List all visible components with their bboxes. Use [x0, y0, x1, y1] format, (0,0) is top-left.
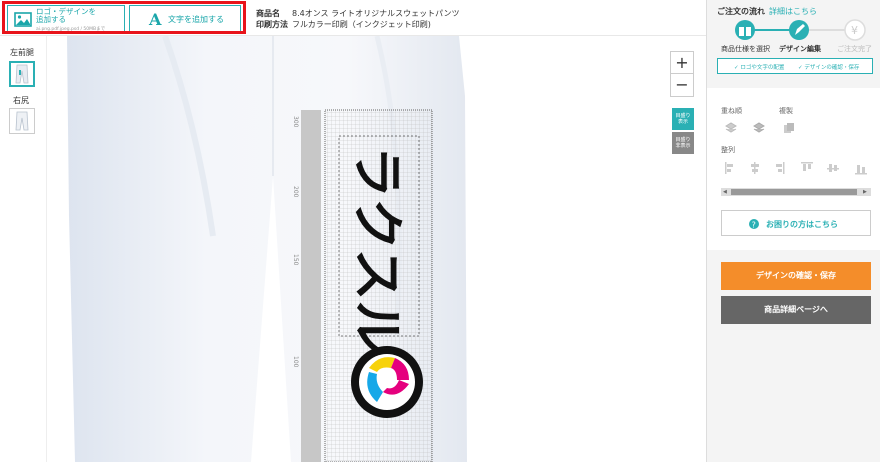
- yen-icon: ¥: [844, 19, 866, 41]
- step-order-complete: ご注文完了: [837, 45, 872, 53]
- top-toolbar: ロゴ・デザインを 追加する ai.png.pdf.jpeg.psd / 50MBま…: [0, 0, 706, 36]
- view-thumb-right-hip[interactable]: [9, 108, 35, 134]
- send-back-icon[interactable]: [753, 122, 765, 134]
- view-label-right-hip: 右尻: [13, 96, 29, 105]
- plus-icon: +: [675, 53, 689, 72]
- vertical-ruler: [301, 110, 321, 462]
- minus-icon: −: [675, 75, 689, 94]
- gift-icon: [735, 20, 755, 40]
- view-thumb-left-thigh[interactable]: [9, 61, 35, 87]
- pencil-icon: [789, 20, 809, 40]
- product-page-button[interactable]: 商品詳細ページへ: [721, 296, 871, 324]
- align-bottom-icon[interactable]: [855, 165, 867, 175]
- design-text-glyphs: ラクスル: [346, 146, 406, 352]
- zoom-in-button[interactable]: +: [670, 51, 694, 75]
- ruler-tick-label: 100: [292, 356, 299, 368]
- right-panel: ご注文の流れ 詳細はこちら ¥ 商品仕様を選択 デザイン編集 ご注文完了 ✓ ロ…: [706, 0, 880, 462]
- scroll-right-arrow[interactable]: ▶: [863, 189, 867, 195]
- help-label: お困りの方はこちら: [766, 220, 838, 229]
- ruler-tick-label: 300: [292, 116, 299, 128]
- copy-label: 複製: [779, 107, 793, 115]
- scroll-left-arrow[interactable]: ◀: [723, 189, 727, 195]
- pants-icon: [15, 64, 29, 84]
- flow-title: ご注文の流れ: [717, 7, 765, 16]
- garment-preview: ラクスル: [67, 36, 467, 462]
- print-method-value: フルカラー印刷（インクジェット印刷): [292, 20, 431, 29]
- pants-icon: [15, 111, 29, 131]
- question-circle-icon: ?: [749, 219, 759, 229]
- help-button[interactable]: ? お困りの方はこちら: [721, 210, 871, 236]
- confirm-save-button[interactable]: デザインの確認・保存: [721, 262, 871, 290]
- align-buttons: [725, 162, 867, 175]
- align-center-icon[interactable]: [751, 162, 759, 174]
- step-select-spec: 商品仕様を選択: [721, 45, 770, 53]
- svg-text:¥: ¥: [851, 24, 858, 37]
- align-right-icon[interactable]: [776, 162, 785, 174]
- duplicate-icon[interactable]: [783, 122, 795, 134]
- view-selector: 左前腿 右尻: [0, 36, 46, 462]
- design-logo[interactable]: [351, 346, 423, 418]
- flow-details-link[interactable]: 詳細はこちら: [769, 6, 817, 17]
- step-design-edit: デザイン編集: [779, 45, 821, 53]
- check-design-save: ✓ デザインの確認・保存: [798, 65, 860, 71]
- align-left-icon[interactable]: [725, 162, 733, 174]
- ruler-tick-label: 150: [292, 254, 299, 266]
- align-top-icon[interactable]: [801, 162, 813, 171]
- product-name-label: 商品名: [256, 9, 280, 18]
- print-method-label: 印刷方法: [256, 20, 288, 29]
- guide-hide-button[interactable]: 目盛り 非表示: [672, 132, 694, 154]
- align-label: 整列: [721, 146, 735, 154]
- align-middle-icon[interactable]: [827, 164, 839, 172]
- bring-front-icon[interactable]: [725, 122, 737, 134]
- checklist-box: ✓ ロゴや文字の配置 ✓ デザインの確認・保存: [717, 58, 873, 74]
- design-canvas[interactable]: ラクスル 300 200 150 100 + − 目盛り 表示 目盛り 非表示: [46, 36, 706, 462]
- tools-section: 重ね順 複製 整列 ◀ ▶ ? お困りの方はこちら: [707, 88, 880, 250]
- guide-show-button[interactable]: 目盛り 表示: [672, 108, 694, 130]
- highlight-frame: [2, 1, 246, 34]
- horizontal-scrollbar[interactable]: ◀ ▶: [721, 188, 871, 196]
- view-label-left-thigh: 左前腿: [10, 48, 34, 57]
- order-label: 重ね順: [721, 107, 742, 115]
- ruler-tick-label: 200: [292, 186, 299, 198]
- product-name-value: 8.4オンス ライトオリジナルスウェットパンツ: [292, 9, 460, 18]
- check-logo-text: ✓ ロゴや文字の配置: [734, 65, 785, 71]
- zoom-out-button[interactable]: −: [670, 73, 694, 97]
- svg-text:?: ?: [752, 221, 756, 230]
- scrollbar-thumb[interactable]: [731, 189, 857, 195]
